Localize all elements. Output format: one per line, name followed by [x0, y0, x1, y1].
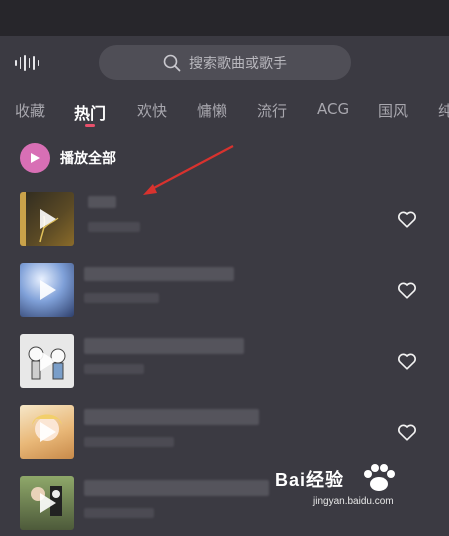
album-cover [20, 476, 74, 530]
status-bar [0, 0, 449, 36]
play-icon [40, 493, 56, 513]
play-icon [40, 351, 56, 371]
play-icon [40, 280, 56, 300]
tab-favorites[interactable]: 收藏 [15, 100, 45, 121]
tab-pop[interactable]: 流行 [257, 100, 287, 121]
baidu-jingyan-watermark: Bai经验 jingyan.baidu.com [275, 462, 449, 518]
tab-pure[interactable]: 纯 [438, 100, 449, 121]
song-row[interactable] [0, 192, 449, 252]
album-cover [20, 334, 74, 388]
paw-logo-icon [364, 464, 395, 491]
search-icon [163, 54, 181, 71]
tab-chinese-style[interactable]: 国风 [378, 100, 408, 121]
song-row[interactable] [0, 263, 449, 323]
search-bar[interactable]: 搜索歌曲或歌手 [99, 45, 351, 80]
heart-icon[interactable] [396, 421, 418, 443]
play-all-button[interactable]: 播放全部 [20, 143, 116, 173]
play-icon [40, 209, 56, 229]
tab-lazy[interactable]: 慵懒 [197, 100, 227, 121]
heart-icon[interactable] [396, 208, 418, 230]
active-tab-indicator [85, 124, 95, 127]
album-cover [20, 405, 74, 459]
album-cover [20, 263, 74, 317]
song-row[interactable] [0, 334, 449, 394]
search-placeholder: 搜索歌曲或歌手 [189, 55, 287, 72]
tab-cheerful[interactable]: 欢快 [137, 100, 167, 121]
play-icon [40, 422, 56, 442]
watermark-url: jingyan.baidu.com [313, 496, 394, 507]
heart-icon[interactable] [396, 279, 418, 301]
tab-hot[interactable]: 热门 [74, 100, 106, 124]
heart-icon[interactable] [396, 350, 418, 372]
tab-acg[interactable]: ACG [317, 100, 349, 118]
category-tabs: 收藏 热门 欢快 慵懒 流行 ACG 国风 纯 [0, 96, 449, 130]
sound-wave-icon[interactable] [15, 54, 39, 72]
play-icon [20, 143, 50, 173]
watermark-logo-text: Bai经验 [275, 470, 345, 490]
song-row[interactable] [0, 405, 449, 465]
play-all-label: 播放全部 [60, 151, 116, 167]
album-cover [20, 192, 74, 246]
